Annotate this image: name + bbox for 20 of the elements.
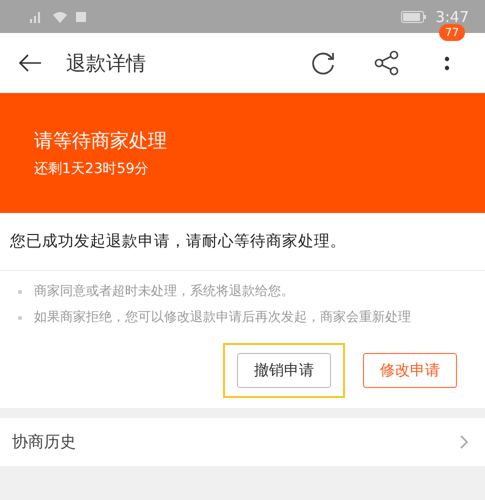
share-icon[interactable] (373, 49, 401, 77)
cancel-request-button[interactable]: 撤销申请 (237, 353, 331, 388)
page-title: 退款详情 (66, 50, 147, 76)
bullet-icon (18, 316, 22, 320)
battery-icon (401, 10, 428, 22)
bullet-icon (18, 290, 22, 294)
history-row[interactable]: 协商历史 (0, 418, 485, 466)
history-label: 协商历史 (12, 432, 76, 452)
countdown-text: 还剩1天23时59分 (34, 160, 150, 178)
note-text: 商家同意或者超时未处理，系统将退款给您。 (34, 283, 294, 301)
wifi-icon (52, 10, 68, 22)
square-icon (76, 12, 86, 22)
chevron-right-icon (459, 434, 469, 450)
back-icon[interactable] (18, 54, 42, 72)
message-text: 您已成功发起退款申请，请耐心等待商家处理。 (0, 213, 485, 271)
more-icon[interactable] (444, 54, 450, 72)
clock-time: 3:47 (435, 8, 469, 26)
note-text: 如果商家拒绝，您可以修改退款申请后再次发起，商家会重新处理 (34, 309, 411, 327)
banner-title: 请等待商家处理 (34, 129, 168, 154)
notification-badge: 77 (439, 24, 465, 41)
